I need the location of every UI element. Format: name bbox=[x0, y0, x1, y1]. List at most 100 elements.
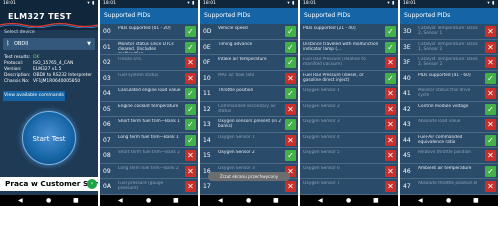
view-commands-button[interactable]: View available commands bbox=[3, 91, 65, 101]
pid-row[interactable]: 11 Throttle position ✓ bbox=[200, 86, 298, 102]
pid-label: Catalyst Temperature: Bank 1, Sensor 2 bbox=[418, 41, 478, 52]
back-icon[interactable]: ◀ bbox=[118, 195, 123, 206]
pid-label: Engine coolant temperature bbox=[118, 103, 179, 109]
pid-code: 09 bbox=[103, 167, 111, 175]
arrow-right-icon[interactable]: › bbox=[87, 179, 97, 189]
recent-apps-icon[interactable]: ■ bbox=[373, 195, 379, 206]
pid-row[interactable]: 06 Short term fuel trim—Bank 1 ✓ bbox=[100, 117, 198, 133]
pid-label: Oxygen sensors present (in 2 banks) bbox=[218, 119, 282, 130]
recent-apps-icon[interactable]: ■ bbox=[73, 195, 79, 206]
pid-row[interactable]: 0A Fuel pressure (gauge pressure) ✕ bbox=[100, 179, 198, 195]
pid-row[interactable]: 07 Long term fuel trim—Bank 1 ✓ bbox=[100, 132, 198, 148]
pid-row[interactable]: 41 Monitor status this drive cycle ✕ bbox=[400, 86, 498, 102]
home-icon[interactable]: ● bbox=[346, 195, 351, 206]
pid-row[interactable]: 46 Ambient air temperature ✓ bbox=[400, 163, 498, 179]
back-icon[interactable]: ◀ bbox=[418, 195, 423, 206]
pid-row[interactable]: Oxygen Sensor 7 ✕ bbox=[300, 179, 398, 195]
pid-row[interactable]: 01 Monitor status since DTCs cleared. (In… bbox=[100, 39, 198, 55]
pid-row[interactable]: 3D Catalyst Temperature: Bank 2, Sensor 1… bbox=[400, 24, 498, 40]
pid-row[interactable]: 47 Absolute throttle position B ✕ bbox=[400, 179, 498, 195]
pid-row[interactable]: 0F Intake air temperature ✓ bbox=[200, 55, 298, 71]
pid-row[interactable]: 3E Catalyst Temperature: Bank 1, Sensor 2… bbox=[400, 39, 498, 55]
pid-row[interactable]: 44 Fuel-Air commanded equivalence ratio ✓ bbox=[400, 132, 498, 148]
pid-row[interactable]: 05 Engine coolant temperature ✓ bbox=[100, 101, 198, 117]
status-time: 18:01 bbox=[403, 1, 416, 6]
recent-apps-icon[interactable]: ■ bbox=[273, 195, 279, 206]
pid-row[interactable]: 12 Commanded secondary air status ✕ bbox=[200, 101, 298, 117]
pid-code: 3D bbox=[403, 28, 412, 35]
pid-row[interactable]: Oxygen Sensor 4 ✕ bbox=[300, 132, 398, 148]
pid-row[interactable]: 40 PIDs supported [41 - 60] ✓ bbox=[400, 70, 498, 86]
chevron-down-icon: ▼ bbox=[87, 41, 91, 47]
pid-row[interactable]: 0D Vehicle speed ✓ bbox=[200, 24, 298, 40]
pid-row[interactable]: 45 Relative throttle position ✕ bbox=[400, 148, 498, 164]
pid-row[interactable]: 42 Control module voltage ✓ bbox=[400, 101, 498, 117]
screen-title: Supported PIDs bbox=[100, 8, 198, 24]
back-icon[interactable]: ◀ bbox=[318, 195, 323, 206]
pid-row[interactable]: 00 PIDs supported [01 - 20] ✓ bbox=[100, 24, 198, 40]
recent-apps-icon[interactable]: ■ bbox=[473, 195, 479, 206]
home-icon[interactable]: ● bbox=[446, 195, 451, 206]
cross-icon: ✕ bbox=[385, 119, 396, 130]
phone-screen-pids-2: 18:01 ▾ ▮ Supported PIDs 0D Vehicle speed… bbox=[200, 0, 298, 206]
pid-row[interactable]: 15 Oxygen Sensor 2 ✓ bbox=[200, 148, 298, 164]
pid-row[interactable]: Oxygen Sensor 1 ✕ bbox=[300, 86, 398, 102]
ad-banner[interactable]: Praca w Customer Service › bbox=[0, 177, 98, 191]
home-icon[interactable]: ● bbox=[146, 195, 151, 206]
pid-row[interactable]: Oxygen Sensor 5 ✕ bbox=[300, 148, 398, 164]
checkmark-icon: ✓ bbox=[485, 134, 496, 146]
pid-label: Oxygen Sensor 4 bbox=[303, 134, 340, 140]
pid-label: Calculated engine load value bbox=[118, 88, 181, 93]
pid-row[interactable]: Oxygen Sensor 6 ✕ bbox=[300, 163, 398, 179]
back-icon[interactable]: ◀ bbox=[218, 195, 223, 206]
home-icon[interactable]: ● bbox=[246, 195, 251, 206]
pid-row[interactable]: Oxygen Sensor 2 ✕ bbox=[300, 101, 398, 117]
pid-label: Oxygen Sensor 6 bbox=[303, 165, 340, 171]
pid-row[interactable]: 43 Absolute load value ✕ bbox=[400, 117, 498, 133]
back-icon[interactable]: ◀ bbox=[18, 195, 23, 206]
pid-label: Oxygen Sensor 3 bbox=[218, 165, 255, 171]
pid-code: 44 bbox=[403, 136, 411, 144]
pid-row[interactable]: 0E Timing advance ✓ bbox=[200, 39, 298, 55]
pid-list[interactable]: 3D Catalyst Temperature: Bank 2, Sensor 1… bbox=[400, 24, 498, 195]
pid-row[interactable]: 04 Calculated engine load value ✓ bbox=[100, 86, 198, 102]
cross-icon: ✕ bbox=[185, 72, 196, 84]
pid-row[interactable]: 02 Freeze DTC ✕ bbox=[100, 55, 198, 71]
pid-row[interactable]: 13 Oxygen sensors present (in 2 banks) ✓ bbox=[200, 117, 298, 133]
pid-row[interactable]: Oxygen Sensor 3 ✕ bbox=[300, 117, 398, 133]
status-bar: 18:01 ▾ ▮ bbox=[0, 0, 98, 8]
pid-list[interactable]: 0D Vehicle speed ✓ 0E Timing advance ✓ 0F Intak… bbox=[200, 24, 298, 195]
pid-label: Distance traveled with malfunction indic… bbox=[303, 41, 379, 52]
pid-row[interactable]: Fuel Rail Pressure (diesel, or gasoline … bbox=[300, 70, 398, 86]
pid-row[interactable]: 14 Oxygen Sensor 1 ✕ bbox=[200, 132, 298, 148]
nav-bar: ◀ ● ■ bbox=[300, 195, 398, 206]
home-icon[interactable]: ● bbox=[46, 195, 51, 206]
pid-row[interactable]: 08 Short term fuel trim—Bank 2 ✕ bbox=[100, 148, 198, 164]
pid-row[interactable]: 10 MAF air flow rate ✕ bbox=[200, 70, 298, 86]
pid-list[interactable]: PIDs supported [21 - 40] ✓ Distance travel… bbox=[300, 24, 398, 195]
pid-row[interactable]: PIDs supported [21 - 40] ✓ bbox=[300, 24, 398, 40]
cross-icon: ✕ bbox=[485, 88, 496, 99]
pid-label: Fuel Rail Pressure (diesel, or gasoline … bbox=[303, 72, 364, 83]
test-results: Test results: OK Protocol: ISO_15765_4_CAN… bbox=[4, 55, 96, 84]
cross-icon: ✕ bbox=[385, 57, 396, 68]
checkmark-icon: ✓ bbox=[285, 119, 296, 130]
recent-apps-icon[interactable]: ■ bbox=[173, 195, 179, 206]
cross-icon: ✕ bbox=[285, 181, 296, 192]
cross-icon: ✕ bbox=[385, 150, 396, 161]
pid-row[interactable]: Distance traveled with malfunction indic… bbox=[300, 39, 398, 55]
pid-row[interactable]: Fuel Rail Pressure (relative to manifold… bbox=[300, 55, 398, 71]
cross-icon: ✕ bbox=[485, 119, 496, 130]
checkmark-icon: ✓ bbox=[185, 103, 196, 115]
device-select[interactable]: ᛒ OBDII ▼ bbox=[3, 38, 95, 50]
start-test-button[interactable]: Start Test bbox=[22, 111, 76, 165]
pid-label: Oxygen Sensor 1 bbox=[303, 88, 340, 93]
pid-row[interactable]: 3F Catalyst Temperature: Bank 2, Sensor 2… bbox=[400, 55, 498, 71]
logo-wave-graphic bbox=[0, 22, 98, 28]
pid-list[interactable]: 00 PIDs supported [01 - 20] ✓ 01 Monitor sta… bbox=[100, 24, 198, 195]
cross-icon: ✕ bbox=[185, 150, 196, 161]
pid-row[interactable]: 09 Long term fuel trim—Bank 2 ✕ bbox=[100, 163, 198, 179]
pid-label: Oxygen Sensor 3 bbox=[303, 119, 340, 124]
pid-row[interactable]: 03 Fuel system status ✕ bbox=[100, 70, 198, 86]
pid-row[interactable]: 17 ✕ bbox=[200, 179, 298, 195]
